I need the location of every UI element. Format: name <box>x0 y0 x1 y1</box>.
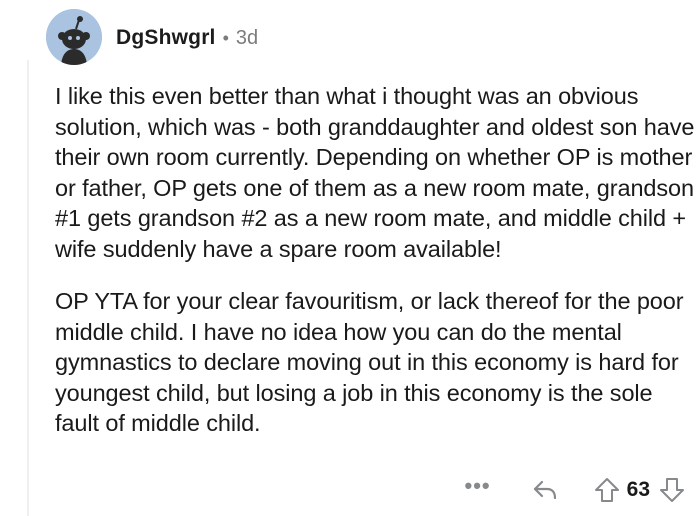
comment-body: I like this even better than what i thou… <box>55 81 695 439</box>
comment-actions: ••• 63 <box>465 472 686 508</box>
snoo-avatar-icon <box>46 9 102 65</box>
upvote-button[interactable] <box>593 476 621 504</box>
comment-paragraph: I like this even better than what i thou… <box>55 83 695 262</box>
reply-arrow-icon <box>533 480 556 500</box>
username-link[interactable]: DgShwgrl <box>116 26 216 50</box>
comment-age: 3d <box>235 26 259 49</box>
downvote-button[interactable] <box>658 476 686 504</box>
thread-line[interactable] <box>27 60 29 516</box>
vote-score: 63 <box>626 478 650 501</box>
user-avatar[interactable] <box>46 9 102 65</box>
downvote-arrow-icon <box>660 478 684 502</box>
upvote-arrow-icon <box>594 478 619 502</box>
reply-button[interactable] <box>531 478 559 502</box>
meta-separator: • <box>222 27 229 48</box>
comment-paragraph: OP YTA for your clear favouritism, or la… <box>55 288 684 436</box>
more-options-button[interactable]: ••• <box>465 475 491 505</box>
comment-meta: DgShwgrl • 3d <box>116 22 258 54</box>
